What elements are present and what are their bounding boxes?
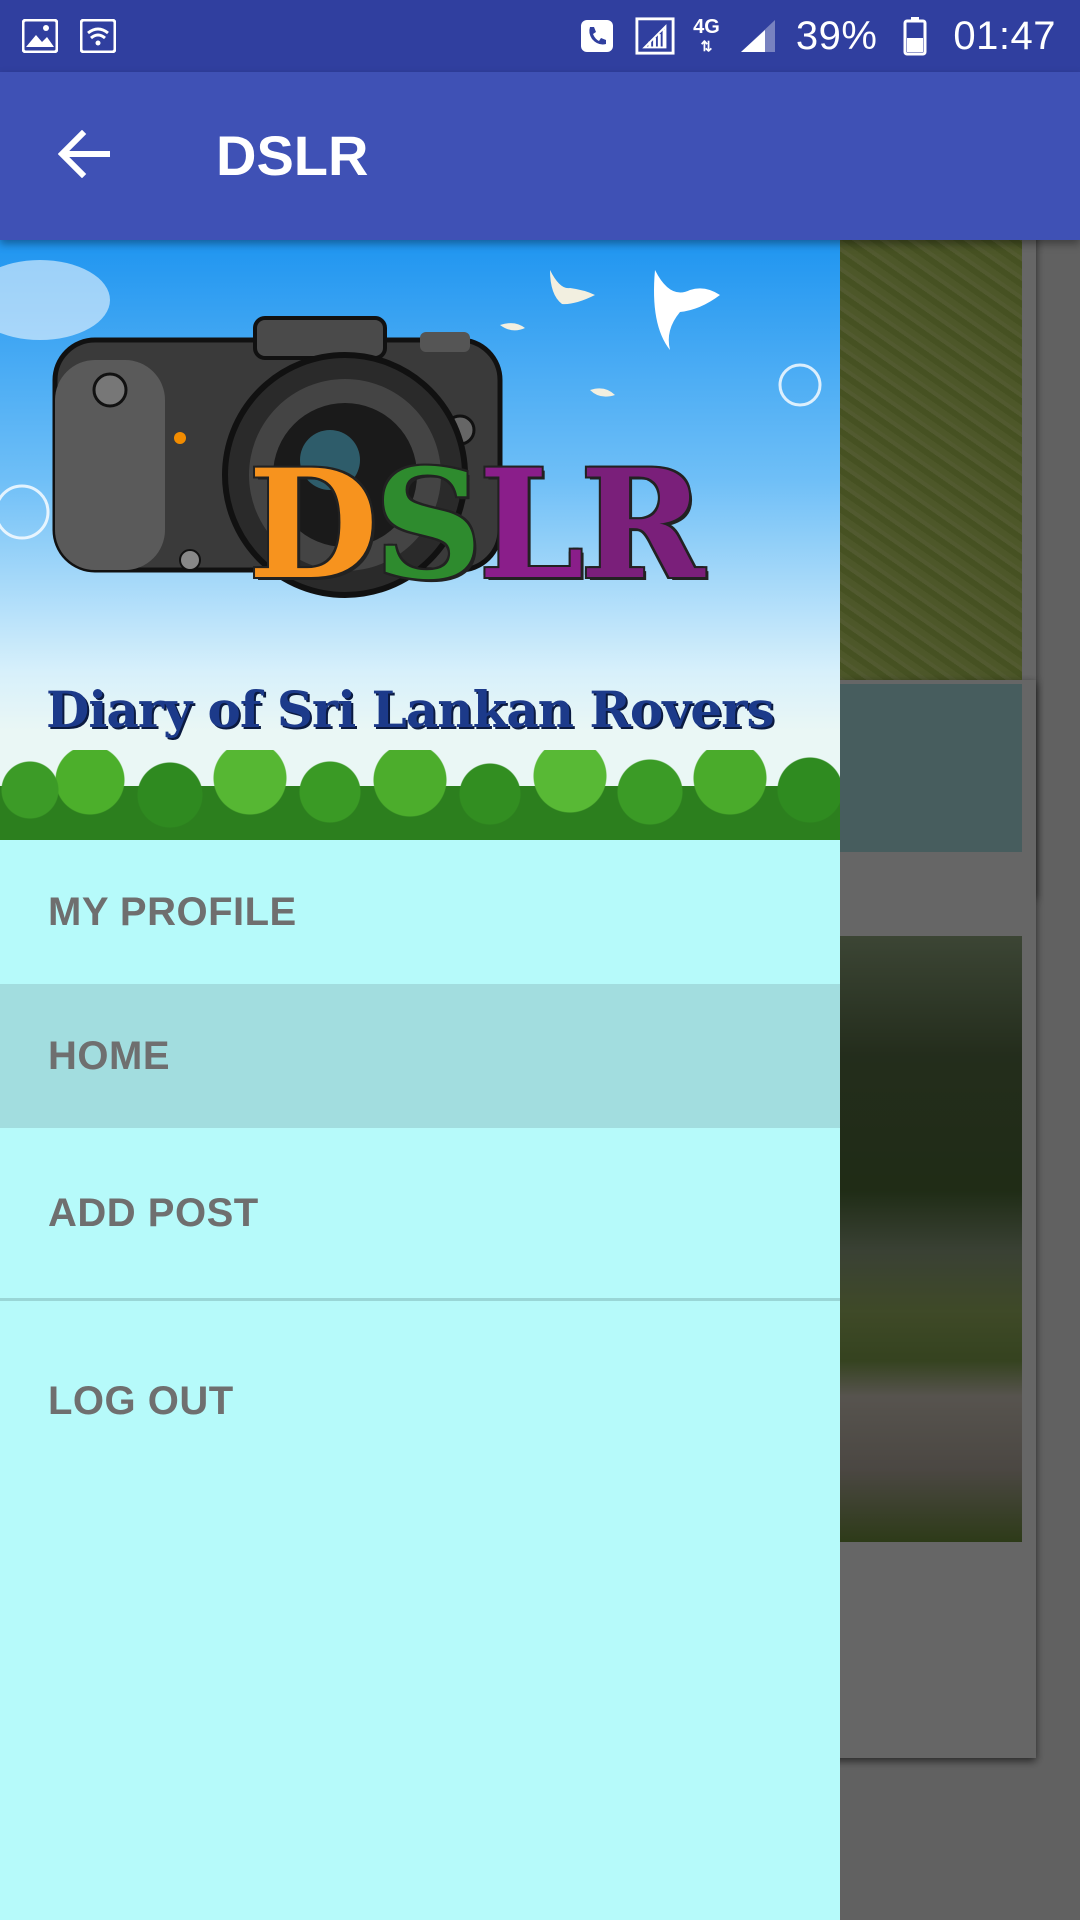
drawer-menu: MY PROFILE HOME ADD POST LOG OUT — [0, 840, 840, 1501]
clock: 01:47 — [953, 13, 1056, 58]
status-bar: 4G ⇅ 39% 01:47 — [0, 0, 1080, 72]
battery-icon — [895, 16, 935, 56]
call-icon — [577, 16, 617, 56]
network-type: 4G ⇅ — [693, 15, 720, 54]
signal-sim-icon — [635, 16, 675, 56]
battery-percent: 39% — [795, 13, 878, 58]
logo-text: DSLR — [248, 437, 705, 613]
trees-decoration — [0, 750, 840, 840]
tagline: Diary of Sri Lankan Rovers — [46, 680, 775, 739]
app-bar: DSLR — [0, 72, 1080, 240]
signal-bars-icon — [738, 16, 778, 56]
gallery-icon — [20, 16, 60, 56]
arrow-back-icon — [57, 129, 111, 183]
menu-item-home[interactable]: HOME — [0, 984, 840, 1128]
menu-item-add-post[interactable]: ADD POST — [0, 1128, 840, 1298]
back-button[interactable] — [40, 112, 128, 200]
menu-item-log-out[interactable]: LOG OUT — [0, 1301, 840, 1501]
menu-item-my-profile[interactable]: MY PROFILE — [0, 840, 840, 984]
wifi-hotspot-icon — [78, 16, 118, 56]
navigation-drawer: DSLR Diary of Sri Lankan Rovers MY PROFI… — [0, 240, 840, 1920]
drawer-header: DSLR Diary of Sri Lankan Rovers — [0, 240, 840, 840]
app-title: DSLR — [216, 124, 369, 187]
